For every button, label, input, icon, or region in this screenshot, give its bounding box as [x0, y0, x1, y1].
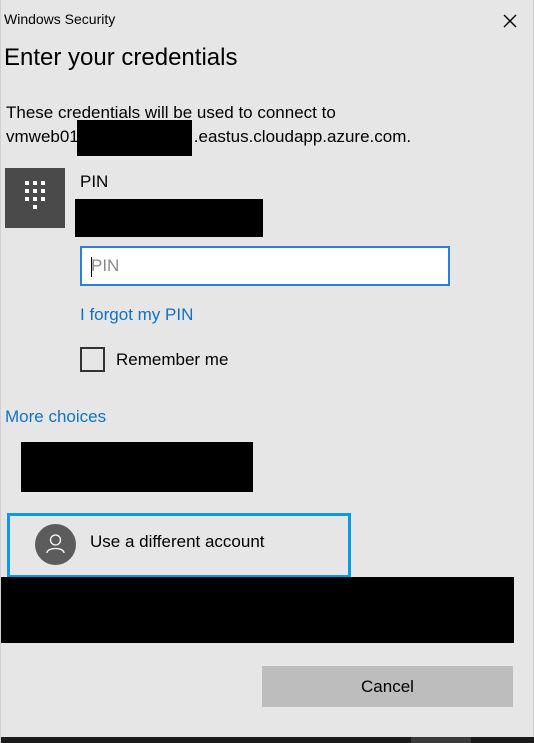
- pin-credential-tile: [5, 168, 65, 228]
- pin-input[interactable]: [80, 246, 450, 286]
- credentials-dialog: Windows Security Enter your credentials …: [0, 0, 534, 743]
- close-icon: [503, 14, 517, 28]
- cancel-button[interactable]: Cancel: [262, 666, 513, 707]
- dialog-heading: Enter your credentials: [4, 44, 238, 71]
- use-different-account-option[interactable]: Use a different account: [7, 513, 351, 578]
- avatar: [35, 524, 76, 565]
- remember-me-label[interactable]: Remember me: [116, 350, 228, 370]
- taskbar-segment: [411, 737, 471, 743]
- host-suffix: .eastus.cloudapp.azure.com.: [193, 127, 412, 146]
- keypad-icon: [25, 181, 45, 209]
- window-title: Windows Security: [4, 11, 116, 27]
- host-text: vmweb01 .eastus.cloudapp.azure.com.: [6, 127, 411, 147]
- person-icon: [46, 534, 65, 554]
- close-button[interactable]: [499, 10, 521, 32]
- text-caret: [91, 257, 92, 277]
- redacted-account-option: [21, 442, 253, 492]
- redacted-area: [1, 577, 514, 643]
- host-prefix: vmweb01: [6, 127, 79, 146]
- remember-me-checkbox[interactable]: [80, 347, 105, 372]
- pin-label: PIN: [80, 172, 109, 191]
- redacted-host-part: [77, 120, 192, 156]
- redacted-username: [75, 199, 263, 237]
- forgot-pin-link[interactable]: I forgot my PIN: [80, 305, 193, 325]
- more-choices-link[interactable]: More choices: [5, 407, 106, 427]
- use-different-account-label: Use a different account: [90, 532, 265, 551]
